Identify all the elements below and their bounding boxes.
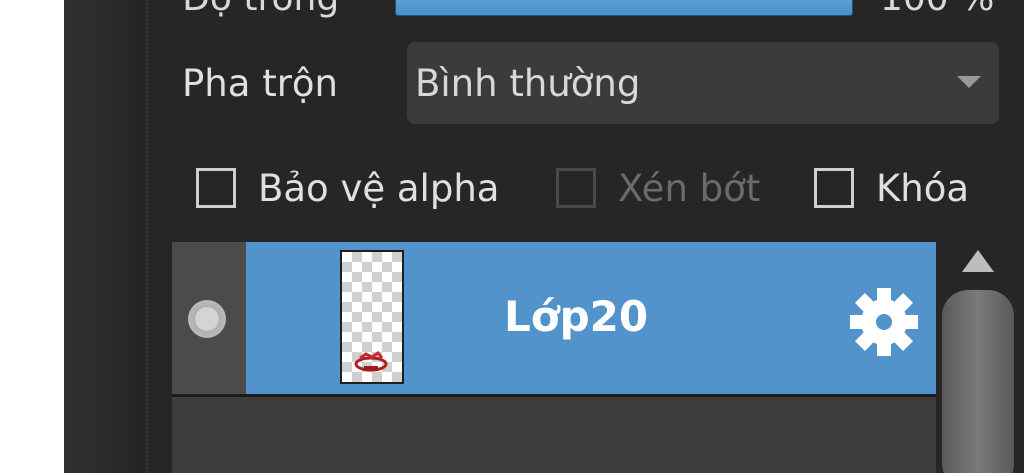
visibility-dot-icon	[188, 300, 226, 338]
layer-thumbnail	[340, 250, 404, 384]
opacity-label: Độ trong	[182, 0, 339, 19]
gear-icon[interactable]	[848, 286, 920, 358]
checkbox-box[interactable]	[196, 168, 236, 208]
blend-mode-dropdown[interactable]: Bình thường	[407, 42, 999, 124]
layers-panel: Độ trong 100 % Pha trộn Bình thường Bảo …	[64, 0, 1024, 473]
protect-alpha-label: Bảo vệ alpha	[258, 166, 500, 210]
clip-checkbox[interactable]: Xén bớt	[556, 164, 760, 212]
layer-name: Lớp20	[504, 292, 649, 341]
panel-divider	[146, 0, 148, 473]
protect-alpha-checkbox[interactable]: Bảo vệ alpha	[196, 164, 499, 212]
scrollbar-thumb[interactable]	[942, 290, 1014, 473]
dropdown-arrow-icon	[957, 76, 981, 88]
lock-checkbox[interactable]: Khóa	[814, 164, 969, 212]
opacity-value: 100 %	[880, 0, 994, 19]
checkbox-box[interactable]	[556, 168, 596, 208]
thumbnail-content-icon	[354, 350, 388, 372]
scroll-up-arrow-icon[interactable]	[962, 250, 994, 272]
blend-mode-value: Bình thường	[415, 62, 641, 105]
panel-edge	[64, 0, 144, 473]
opacity-slider[interactable]	[395, 0, 853, 16]
blend-mode-label: Pha trộn	[182, 62, 339, 105]
layer-list: Lớp20	[172, 242, 936, 473]
lock-label: Khóa	[876, 166, 970, 210]
checkbox-box[interactable]	[814, 168, 854, 208]
visibility-toggle[interactable]	[172, 242, 246, 394]
clip-label: Xén bớt	[618, 166, 761, 210]
layer-row[interactable]: Lớp20	[172, 242, 936, 397]
